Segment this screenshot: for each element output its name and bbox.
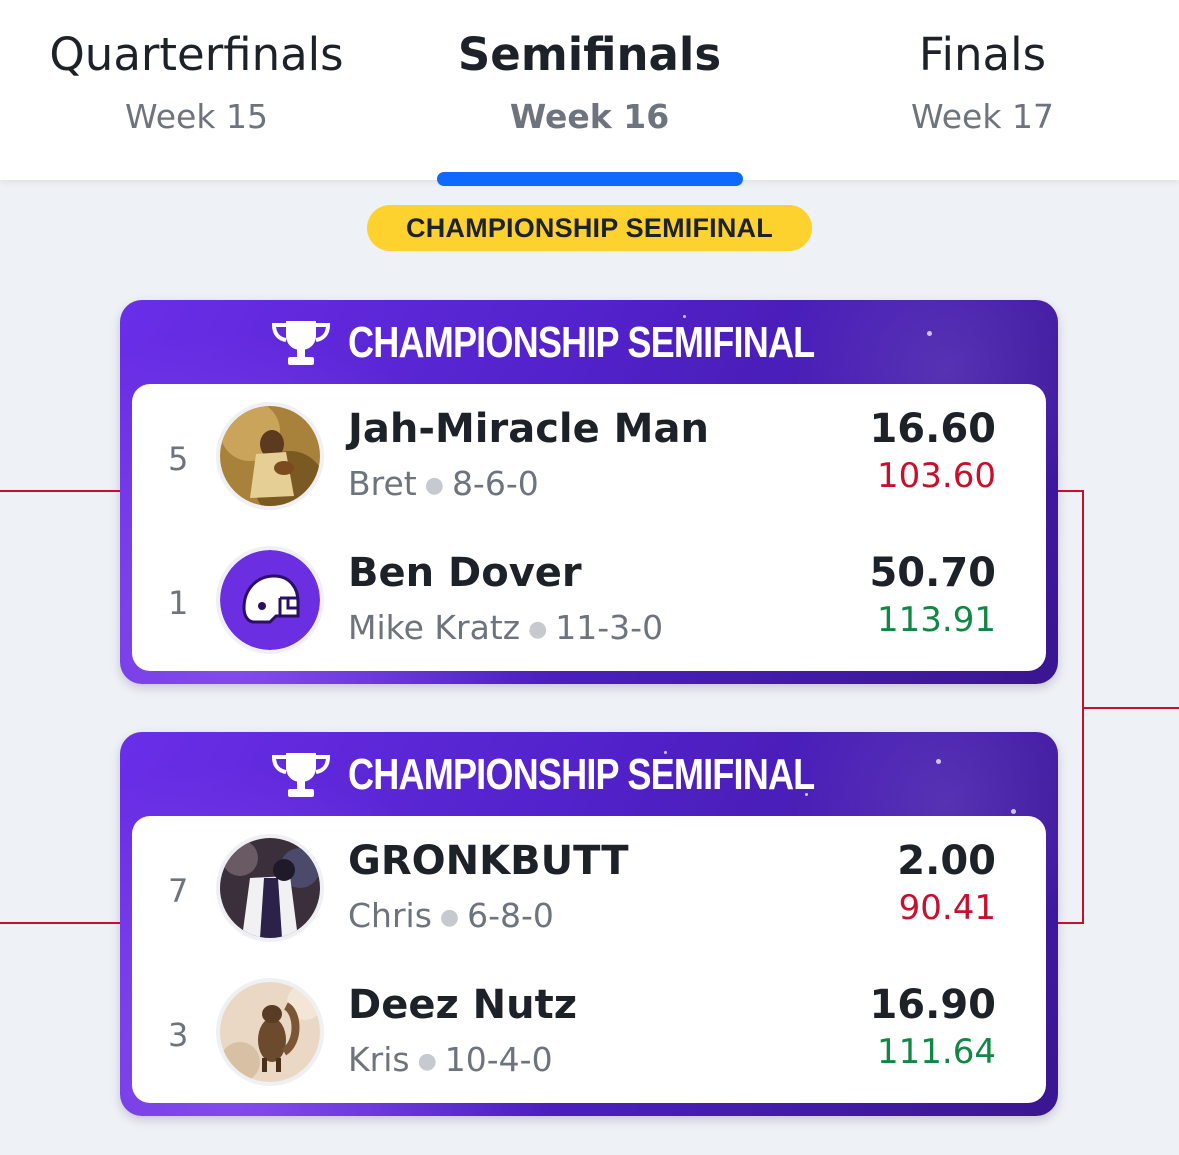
team-record: 8-6-0 — [451, 464, 539, 503]
matchup-header: CHAMPIONSHIP SEMIFINAL — [120, 750, 1058, 802]
team-row[interactable]: 5 Jah-Miracle Man Bret ● 8-6-0 16.60 103.6… — [132, 384, 1046, 528]
team-projected: 90.41 — [898, 888, 996, 928]
team-name: Deez Nutz — [348, 982, 578, 1028]
bracket-line-to-final — [1082, 707, 1179, 709]
team-row[interactable]: 7 3 GRONKBUTT Chris ● 6-8-0 2.00 90.41 — [132, 816, 1046, 960]
helmet-icon — [220, 550, 320, 650]
painting-avatar — [220, 406, 320, 506]
svg-text:3: 3 — [280, 896, 292, 921]
trophy-icon — [272, 753, 331, 797]
bracket-line-right-top — [1058, 490, 1084, 492]
active-tab-indicator — [437, 172, 743, 186]
team-seed: 7 — [168, 872, 189, 910]
manager-name: Chris — [348, 896, 432, 935]
team-name: Ben Dover — [348, 550, 582, 596]
bracket-line-left-bottom — [0, 922, 120, 924]
team-score: 16.60 — [869, 406, 996, 452]
tab-semifinals[interactable]: Semifinals Week 16 — [393, 0, 786, 180]
matchup-body: 7 3 GRONKBUTT Chris ● 6-8-0 2.00 90.41 3… — [132, 816, 1046, 1103]
team-score: 2.00 — [897, 838, 996, 884]
team-manager-record: Chris ● 6-8-0 — [348, 896, 554, 935]
team-projected: 111.64 — [877, 1032, 996, 1072]
matchup-body: 5 Jah-Miracle Man Bret ● 8-6-0 16.60 103.6… — [132, 384, 1046, 671]
team-projected: 103.60 — [877, 456, 996, 496]
team-record: 11-3-0 — [555, 608, 664, 647]
manager-name: Bret — [348, 464, 417, 503]
team-name: Jah-Miracle Man — [348, 406, 709, 452]
matchup-card[interactable]: CHAMPIONSHIP SEMIFINAL 5 Jah-Miracle Man… — [120, 300, 1058, 684]
matchup-header: CHAMPIONSHIP SEMIFINAL — [120, 318, 1058, 370]
team-record: 10-4-0 — [444, 1040, 553, 1079]
round-tabs: Quarterfinals Week 15 Semifinals Week 16… — [0, 0, 1179, 180]
manager-name: Kris — [348, 1040, 410, 1079]
football-photo-avatar: 3 — [220, 838, 320, 938]
tab-title: Quarterfinals — [49, 28, 344, 81]
team-seed: 5 — [168, 440, 189, 478]
bracket-line-left-top — [0, 490, 120, 492]
team-score: 50.70 — [869, 550, 996, 596]
team-seed: 1 — [168, 584, 189, 622]
team-row[interactable]: 1 Ben Dover Mike Kratz ● 11-3-0 50.70 113.… — [132, 528, 1046, 672]
tab-quarterfinals[interactable]: Quarterfinals Week 15 — [0, 0, 393, 180]
tab-week: Week 17 — [911, 97, 1054, 136]
team-manager-record: Kris ● 10-4-0 — [348, 1040, 553, 1079]
matchup-title: CHAMPIONSHIP SEMIFINAL — [347, 750, 815, 799]
matchup-card[interactable]: CHAMPIONSHIP SEMIFINAL 7 3 GRONKBUTT Chr… — [120, 732, 1058, 1116]
team-record: 6-8-0 — [467, 896, 554, 935]
tab-week: Week 15 — [125, 97, 268, 136]
tab-finals[interactable]: Finals Week 17 — [786, 0, 1179, 180]
tab-title: Semifinals — [457, 28, 722, 81]
tab-title: Finals — [918, 28, 1047, 81]
team-name: GRONKBUTT — [348, 838, 629, 884]
team-projected: 113.91 — [877, 600, 996, 640]
bracket-line-right-bottom — [1058, 922, 1084, 924]
team-row[interactable]: 3 Deez Nutz Kris ● 10-4-0 16.90 111.64 — [132, 960, 1046, 1104]
squirrel-avatar — [220, 982, 320, 1082]
team-manager-record: Mike Kratz ● 11-3-0 — [348, 608, 664, 647]
team-manager-record: Bret ● 8-6-0 — [348, 464, 539, 503]
team-seed: 3 — [168, 1016, 189, 1054]
tab-week: Week 16 — [509, 97, 670, 136]
manager-name: Mike Kratz — [348, 608, 521, 647]
round-pill: CHAMPIONSHIP SEMIFINAL — [367, 205, 812, 251]
team-score: 16.90 — [869, 982, 996, 1028]
trophy-icon — [272, 321, 331, 365]
matchup-title: CHAMPIONSHIP SEMIFINAL — [347, 318, 815, 367]
